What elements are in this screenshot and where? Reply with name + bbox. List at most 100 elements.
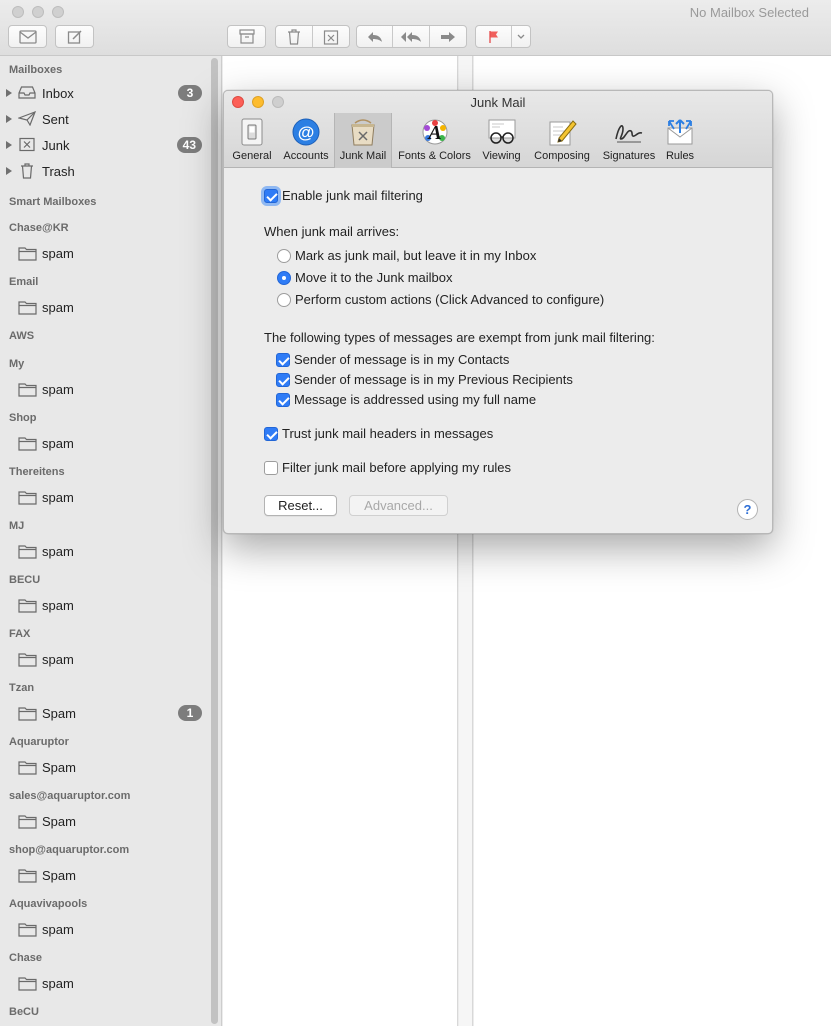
- tab-general[interactable]: General: [227, 113, 277, 168]
- sidebar-item-spam-folder[interactable]: spam: [0, 378, 208, 400]
- forward-button[interactable]: [430, 26, 466, 47]
- junk-mail-preferences-dialog: Junk Mail General @ Accounts Junk Mail A…: [223, 90, 773, 534]
- radio-mark-leave-inbox[interactable]: [277, 249, 291, 263]
- radio-label[interactable]: Move it to the Junk mailbox: [295, 270, 453, 285]
- flag-button[interactable]: [476, 26, 513, 47]
- smart-mailboxes-header[interactable]: Smart Mailboxes: [9, 196, 96, 208]
- sidebar-item-junk[interactable]: Junk 43: [0, 134, 208, 156]
- radio-label[interactable]: Mark as junk mail, but leave it in my In…: [295, 248, 536, 263]
- radio-custom-actions[interactable]: [277, 293, 291, 307]
- account-header[interactable]: BECU: [9, 574, 40, 586]
- sidebar-item-sent[interactable]: Sent: [0, 108, 208, 130]
- sidebar-item-spam-folder[interactable]: spam: [0, 432, 208, 454]
- account-header[interactable]: Tzan: [9, 682, 34, 694]
- sidebar-scrollbar[interactable]: [211, 58, 218, 1024]
- account-header[interactable]: Aquavivapools: [9, 898, 87, 910]
- archive-button[interactable]: [227, 25, 266, 48]
- account-header[interactable]: AWS: [9, 330, 34, 342]
- enable-junk-filtering-label[interactable]: Enable junk mail filtering: [282, 188, 423, 203]
- delete-button[interactable]: [276, 26, 313, 47]
- sidebar-item-spam-folder[interactable]: Spam 1: [0, 702, 208, 724]
- account-header[interactable]: BeCU: [9, 1006, 39, 1018]
- tab-signatures[interactable]: Signatures: [598, 113, 660, 168]
- unread-count-badge: 1: [178, 705, 202, 721]
- enable-junk-filtering-checkbox[interactable]: [264, 189, 278, 203]
- sidebar-item-spam-folder[interactable]: Spam: [0, 756, 208, 778]
- checkbox-label[interactable]: Filter junk mail before applying my rule…: [282, 460, 511, 475]
- junk-button[interactable]: [313, 26, 350, 47]
- account-header[interactable]: MJ: [9, 520, 24, 532]
- reply-all-button[interactable]: [393, 26, 430, 47]
- account-header[interactable]: Thereitens: [9, 466, 65, 478]
- account-header[interactable]: Email: [9, 276, 38, 288]
- archive-box-icon: [238, 29, 255, 44]
- sidebar-item-label: Spam: [42, 706, 76, 721]
- account-header[interactable]: Shop: [9, 412, 37, 424]
- tab-label: Junk Mail: [339, 150, 387, 162]
- compose-button[interactable]: [55, 25, 94, 48]
- reply-all-arrow-icon: [401, 31, 422, 42]
- zoom-window-button[interactable]: [52, 6, 64, 18]
- disclosure-triangle-icon[interactable]: [6, 141, 12, 149]
- junk-mail-settings: Enable junk mail filtering When junk mai…: [224, 169, 772, 533]
- flag-menu-button[interactable]: [512, 26, 530, 47]
- sidebar-item-inbox[interactable]: Inbox 3: [0, 82, 208, 104]
- delete-junk-group: [275, 25, 350, 48]
- checkbox-label[interactable]: Sender of message is in my Previous Reci…: [294, 372, 573, 387]
- account-header[interactable]: Aquaruptor: [9, 736, 69, 748]
- junk-mail-bin-icon: [348, 117, 378, 147]
- sidebar-item-spam-folder[interactable]: spam: [0, 242, 208, 264]
- sidebar-item-spam-folder[interactable]: spam: [0, 972, 208, 994]
- advanced-button[interactable]: Advanced...: [349, 495, 448, 516]
- minimize-window-button[interactable]: [32, 6, 44, 18]
- tab-accounts[interactable]: @ Accounts: [278, 113, 334, 168]
- sidebar-item-trash[interactable]: Trash: [0, 160, 208, 182]
- reply-button[interactable]: [357, 26, 394, 47]
- disclosure-triangle-icon[interactable]: [6, 89, 12, 97]
- exempt-full-name-checkbox[interactable]: [276, 393, 290, 407]
- folder-icon: [18, 544, 37, 559]
- svg-text:@: @: [298, 123, 315, 142]
- folder-icon: [18, 598, 37, 613]
- tab-fonts-colors[interactable]: A Fonts & Colors: [393, 113, 476, 168]
- checkbox-label[interactable]: Message is addressed using my full name: [294, 392, 536, 407]
- sidebar-item-spam-folder[interactable]: Spam: [0, 810, 208, 832]
- tab-composing[interactable]: Composing: [527, 113, 597, 168]
- sidebar-item-spam-folder[interactable]: Spam: [0, 864, 208, 886]
- sidebar-item-spam-folder[interactable]: spam: [0, 540, 208, 562]
- tab-rules[interactable]: Rules: [661, 113, 699, 168]
- folder-icon: [18, 490, 37, 505]
- signature-icon: [613, 117, 645, 147]
- help-button[interactable]: ?: [737, 499, 758, 520]
- radio-label[interactable]: Perform custom actions (Click Advanced t…: [295, 292, 604, 307]
- sidebar-item-spam-folder[interactable]: spam: [0, 296, 208, 318]
- sidebar-item-spam-folder[interactable]: spam: [0, 648, 208, 670]
- font-palette-icon: A: [420, 117, 450, 147]
- account-header[interactable]: shop@aquaruptor.com: [9, 844, 129, 856]
- tab-viewing[interactable]: Viewing: [477, 113, 526, 168]
- exempt-contacts-checkbox[interactable]: [276, 353, 290, 367]
- close-window-button[interactable]: [12, 6, 24, 18]
- disclosure-triangle-icon[interactable]: [6, 115, 12, 123]
- account-header[interactable]: Chase: [9, 952, 42, 964]
- account-header[interactable]: My: [9, 358, 24, 370]
- forward-arrow-icon: [440, 31, 455, 42]
- checkbox-label[interactable]: Sender of message is in my Contacts: [294, 352, 509, 367]
- account-header[interactable]: sales@aquaruptor.com: [9, 790, 130, 802]
- sidebar-item-label: spam: [42, 976, 74, 991]
- filter-before-rules-checkbox[interactable]: [264, 461, 278, 475]
- sidebar-item-spam-folder[interactable]: spam: [0, 594, 208, 616]
- reset-button[interactable]: Reset...: [264, 495, 337, 516]
- tab-junk-mail[interactable]: Junk Mail: [334, 113, 392, 168]
- sidebar-item-spam-folder[interactable]: spam: [0, 486, 208, 508]
- account-header[interactable]: FAX: [9, 628, 30, 640]
- red-flag-icon: [489, 30, 498, 43]
- disclosure-triangle-icon[interactable]: [6, 167, 12, 175]
- get-mail-button[interactable]: [8, 25, 47, 48]
- checkbox-label[interactable]: Trust junk mail headers in messages: [282, 426, 493, 441]
- sidebar-item-spam-folder[interactable]: spam: [0, 918, 208, 940]
- exempt-previous-recipients-checkbox[interactable]: [276, 373, 290, 387]
- radio-move-junk[interactable]: [277, 271, 291, 285]
- trust-headers-checkbox[interactable]: [264, 427, 278, 441]
- account-header[interactable]: Chase@KR: [9, 222, 69, 234]
